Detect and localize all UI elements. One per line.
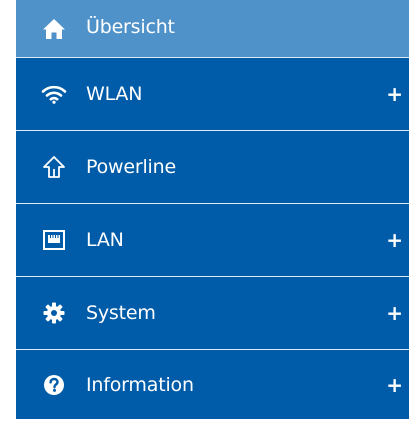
sidebar-item-powerline[interactable]: Powerline	[16, 131, 409, 204]
sidebar-item-label: LAN	[86, 229, 124, 251]
sidebar-nav: Übersicht WLAN + Powerline LAN + System …	[16, 0, 409, 419]
sidebar-item-label: WLAN	[86, 83, 143, 105]
sidebar-item-information[interactable]: Information +	[16, 350, 409, 419]
sidebar-item-label: System	[86, 302, 156, 324]
sidebar-item-label: Powerline	[86, 156, 176, 178]
question-icon	[41, 372, 67, 398]
expand-plus-icon[interactable]: +	[386, 84, 403, 104]
sidebar-item-wlan[interactable]: WLAN +	[16, 58, 409, 131]
expand-plus-icon[interactable]: +	[386, 375, 403, 395]
expand-plus-icon[interactable]: +	[386, 230, 403, 250]
lan-port-icon	[41, 227, 67, 253]
wifi-icon	[41, 81, 67, 107]
expand-plus-icon[interactable]: +	[386, 303, 403, 323]
sidebar-item-lan[interactable]: LAN +	[16, 204, 409, 277]
sidebar-item-system[interactable]: System +	[16, 277, 409, 350]
home-icon	[41, 16, 67, 42]
sidebar-item-uebersicht[interactable]: Übersicht	[16, 0, 409, 58]
powerline-icon	[41, 154, 67, 180]
sidebar-item-label: Information	[86, 373, 194, 396]
gear-icon	[41, 300, 67, 326]
sidebar-item-label: Übersicht	[86, 16, 175, 38]
